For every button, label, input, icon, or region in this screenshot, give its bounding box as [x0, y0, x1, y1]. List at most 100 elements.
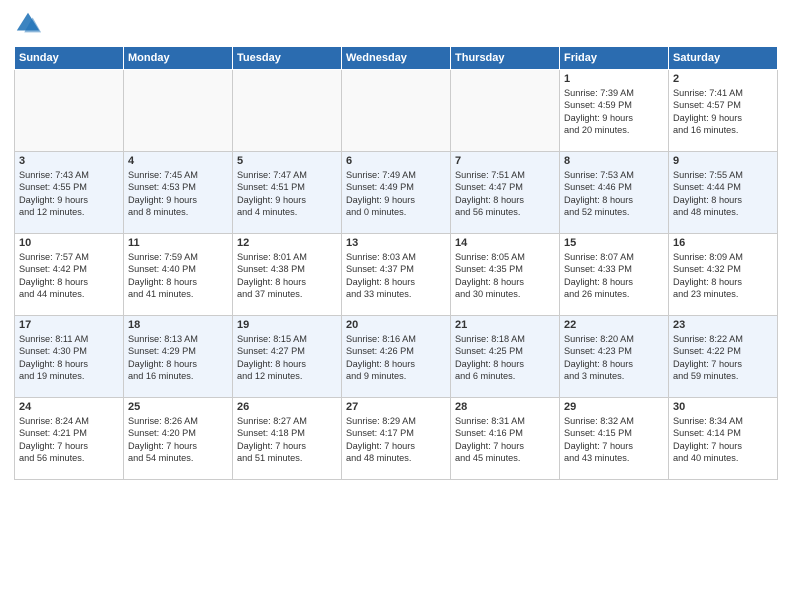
- calendar-cell: 12 Sunrise: 8:01 AMSunset: 4:38 PMDayligh…: [233, 234, 342, 316]
- day-number: 22: [564, 319, 664, 331]
- calendar-cell: 17 Sunrise: 8:11 AMSunset: 4:30 PMDayligh…: [15, 316, 124, 398]
- calendar-cell: 3Sunrise: 7:43 AMSunset: 4:55 PMDaylight…: [15, 152, 124, 234]
- day-number: 27: [346, 401, 446, 413]
- day-number: 23: [673, 319, 773, 331]
- day-number: 9: [673, 155, 773, 167]
- calendar-cell: [342, 70, 451, 152]
- calendar-cell: 14 Sunrise: 8:05 AMSunset: 4:35 PMDayligh…: [451, 234, 560, 316]
- day-number: 29: [564, 401, 664, 413]
- day-info: Sunrise: 8:07 AMSunset: 4:33 PMDaylight:…: [564, 251, 664, 301]
- day-info: Sunrise: 8:16 AMSunset: 4:26 PMDaylight:…: [346, 333, 446, 383]
- calendar-page: SundayMondayTuesdayWednesdayThursdayFrid…: [0, 0, 792, 612]
- day-info: Sunrise: 8:26 AMSunset: 4:20 PMDaylight:…: [128, 415, 228, 465]
- day-info: Sunrise: 8:18 AMSunset: 4:25 PMDaylight:…: [455, 333, 555, 383]
- day-info: Sunrise: 8:15 AMSunset: 4:27 PMDaylight:…: [237, 333, 337, 383]
- day-number: 11: [128, 237, 228, 249]
- weekday-header: Tuesday: [233, 47, 342, 70]
- day-number: 4: [128, 155, 228, 167]
- day-number: 6: [346, 155, 446, 167]
- calendar-week-row: 3Sunrise: 7:43 AMSunset: 4:55 PMDaylight…: [15, 152, 778, 234]
- calendar-cell: 24 Sunrise: 8:24 AMSunset: 4:21 PMDayligh…: [15, 398, 124, 480]
- day-number: 24: [19, 401, 119, 413]
- day-number: 14: [455, 237, 555, 249]
- day-number: 21: [455, 319, 555, 331]
- calendar-week-row: 1Sunrise: 7:39 AMSunset: 4:59 PMDaylight…: [15, 70, 778, 152]
- weekday-header: Monday: [124, 47, 233, 70]
- day-number: 19: [237, 319, 337, 331]
- day-info: Sunrise: 7:51 AMSunset: 4:47 PMDaylight:…: [455, 169, 555, 219]
- day-number: 13: [346, 237, 446, 249]
- calendar-cell: [124, 70, 233, 152]
- day-number: 17: [19, 319, 119, 331]
- weekday-header: Sunday: [15, 47, 124, 70]
- day-info: Sunrise: 7:45 AMSunset: 4:53 PMDaylight:…: [128, 169, 228, 219]
- calendar-cell: 8Sunrise: 7:53 AMSunset: 4:46 PMDaylight…: [560, 152, 669, 234]
- day-number: 20: [346, 319, 446, 331]
- day-info: Sunrise: 8:03 AMSunset: 4:37 PMDaylight:…: [346, 251, 446, 301]
- day-number: 1: [564, 73, 664, 85]
- calendar-cell: 13 Sunrise: 8:03 AMSunset: 4:37 PMDayligh…: [342, 234, 451, 316]
- day-info: Sunrise: 8:27 AMSunset: 4:18 PMDaylight:…: [237, 415, 337, 465]
- calendar-cell: 5 Sunrise: 7:47 AMSunset: 4:51 PMDaylight…: [233, 152, 342, 234]
- weekday-header: Thursday: [451, 47, 560, 70]
- calendar-cell: 6Sunrise: 7:49 AMSunset: 4:49 PMDaylight…: [342, 152, 451, 234]
- calendar-cell: 26 Sunrise: 8:27 AMSunset: 4:18 PMDayligh…: [233, 398, 342, 480]
- calendar-cell: 1Sunrise: 7:39 AMSunset: 4:59 PMDaylight…: [560, 70, 669, 152]
- day-number: 12: [237, 237, 337, 249]
- day-number: 25: [128, 401, 228, 413]
- day-info: Sunrise: 8:29 AMSunset: 4:17 PMDaylight:…: [346, 415, 446, 465]
- calendar-cell: 7 Sunrise: 7:51 AMSunset: 4:47 PMDaylight…: [451, 152, 560, 234]
- day-info: Sunrise: 7:57 AMSunset: 4:42 PMDaylight:…: [19, 251, 119, 301]
- calendar-week-row: 17 Sunrise: 8:11 AMSunset: 4:30 PMDayligh…: [15, 316, 778, 398]
- calendar-cell: [15, 70, 124, 152]
- weekday-header: Friday: [560, 47, 669, 70]
- day-info: Sunrise: 8:05 AMSunset: 4:35 PMDaylight:…: [455, 251, 555, 301]
- calendar-cell: 11 Sunrise: 7:59 AMSunset: 4:40 PMDayligh…: [124, 234, 233, 316]
- day-number: 15: [564, 237, 664, 249]
- day-info: Sunrise: 8:22 AMSunset: 4:22 PMDaylight:…: [673, 333, 773, 383]
- calendar-table: SundayMondayTuesdayWednesdayThursdayFrid…: [14, 46, 778, 480]
- calendar-cell: 28 Sunrise: 8:31 AMSunset: 4:16 PMDayligh…: [451, 398, 560, 480]
- calendar-cell: 4 Sunrise: 7:45 AMSunset: 4:53 PMDaylight…: [124, 152, 233, 234]
- calendar-cell: 21 Sunrise: 8:18 AMSunset: 4:25 PMDayligh…: [451, 316, 560, 398]
- calendar-cell: 9 Sunrise: 7:55 AMSunset: 4:44 PMDaylight…: [669, 152, 778, 234]
- calendar-cell: 10Sunrise: 7:57 AMSunset: 4:42 PMDayligh…: [15, 234, 124, 316]
- calendar-cell: 23 Sunrise: 8:22 AMSunset: 4:22 PMDayligh…: [669, 316, 778, 398]
- day-info: Sunrise: 7:59 AMSunset: 4:40 PMDaylight:…: [128, 251, 228, 301]
- day-number: 7: [455, 155, 555, 167]
- calendar-cell: 2 Sunrise: 7:41 AMSunset: 4:57 PMDaylight…: [669, 70, 778, 152]
- day-info: Sunrise: 8:01 AMSunset: 4:38 PMDaylight:…: [237, 251, 337, 301]
- day-number: 18: [128, 319, 228, 331]
- day-info: Sunrise: 7:47 AMSunset: 4:51 PMDaylight:…: [237, 169, 337, 219]
- calendar-cell: 29 Sunrise: 8:32 AMSunset: 4:15 PMDayligh…: [560, 398, 669, 480]
- day-info: Sunrise: 8:32 AMSunset: 4:15 PMDaylight:…: [564, 415, 664, 465]
- calendar-cell: 16Sunrise: 8:09 AMSunset: 4:32 PMDayligh…: [669, 234, 778, 316]
- calendar-cell: 18Sunrise: 8:13 AMSunset: 4:29 PMDayligh…: [124, 316, 233, 398]
- day-info: Sunrise: 7:55 AMSunset: 4:44 PMDaylight:…: [673, 169, 773, 219]
- calendar-cell: 27 Sunrise: 8:29 AMSunset: 4:17 PMDayligh…: [342, 398, 451, 480]
- calendar-week-row: 10Sunrise: 7:57 AMSunset: 4:42 PMDayligh…: [15, 234, 778, 316]
- day-info: Sunrise: 7:41 AMSunset: 4:57 PMDaylight:…: [673, 87, 773, 137]
- calendar-cell: 22 Sunrise: 8:20 AMSunset: 4:23 PMDayligh…: [560, 316, 669, 398]
- day-info: Sunrise: 7:53 AMSunset: 4:46 PMDaylight:…: [564, 169, 664, 219]
- calendar-header-row: SundayMondayTuesdayWednesdayThursdayFrid…: [15, 47, 778, 70]
- calendar-cell: 30 Sunrise: 8:34 AMSunset: 4:14 PMDayligh…: [669, 398, 778, 480]
- weekday-header: Saturday: [669, 47, 778, 70]
- day-number: 3: [19, 155, 119, 167]
- day-number: 28: [455, 401, 555, 413]
- day-info: Sunrise: 8:24 AMSunset: 4:21 PMDaylight:…: [19, 415, 119, 465]
- calendar-cell: [233, 70, 342, 152]
- day-number: 2: [673, 73, 773, 85]
- day-info: Sunrise: 8:31 AMSunset: 4:16 PMDaylight:…: [455, 415, 555, 465]
- day-number: 26: [237, 401, 337, 413]
- calendar-cell: 15 Sunrise: 8:07 AMSunset: 4:33 PMDayligh…: [560, 234, 669, 316]
- day-number: 30: [673, 401, 773, 413]
- logo-icon: [14, 10, 42, 38]
- day-info: Sunrise: 8:34 AMSunset: 4:14 PMDaylight:…: [673, 415, 773, 465]
- day-info: Sunrise: 8:20 AMSunset: 4:23 PMDaylight:…: [564, 333, 664, 383]
- day-info: Sunrise: 8:11 AMSunset: 4:30 PMDaylight:…: [19, 333, 119, 383]
- day-number: 5: [237, 155, 337, 167]
- calendar-cell: [451, 70, 560, 152]
- calendar-cell: 20 Sunrise: 8:16 AMSunset: 4:26 PMDayligh…: [342, 316, 451, 398]
- logo: [14, 10, 46, 38]
